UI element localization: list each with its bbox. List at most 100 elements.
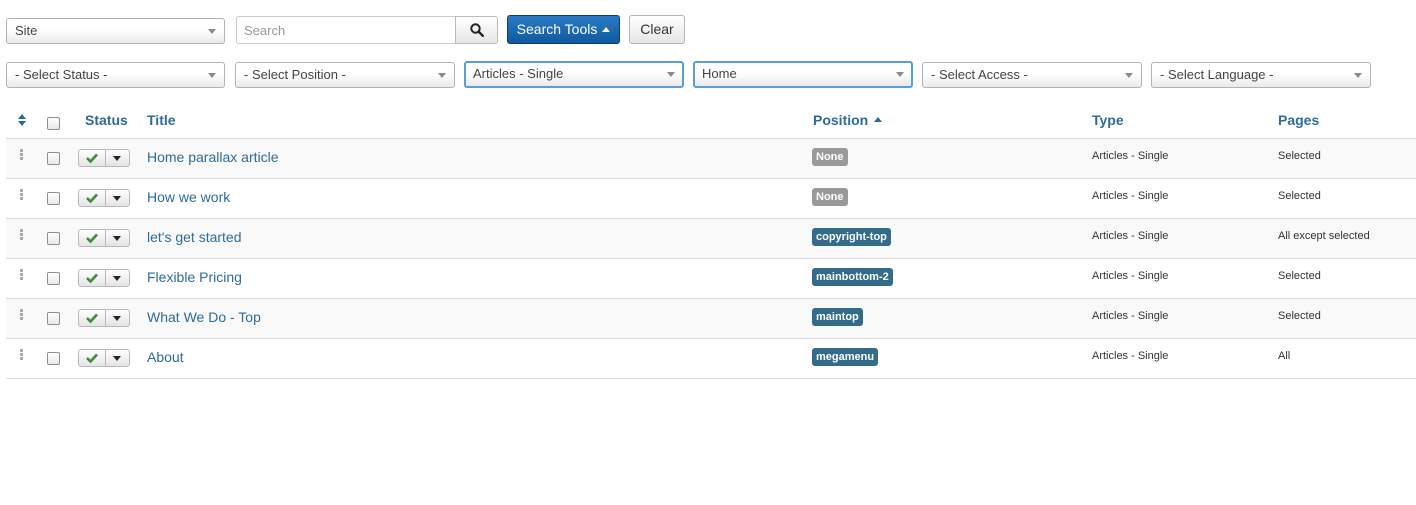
module-title-link[interactable]: Home parallax article bbox=[147, 149, 279, 165]
status-toggle-group bbox=[78, 229, 130, 247]
row-checkbox[interactable] bbox=[47, 312, 60, 325]
module-type: Articles - Single bbox=[1092, 230, 1169, 242]
column-header-title[interactable]: Title bbox=[147, 112, 176, 128]
check-icon[interactable] bbox=[86, 273, 98, 283]
check-icon[interactable] bbox=[86, 153, 98, 163]
position-badge: None bbox=[812, 148, 848, 166]
status-filter-select[interactable]: - Select Status - bbox=[6, 62, 225, 88]
check-icon[interactable] bbox=[86, 233, 98, 243]
check-icon[interactable] bbox=[86, 193, 98, 203]
sort-icon[interactable] bbox=[18, 114, 26, 126]
row-checkbox[interactable] bbox=[47, 192, 60, 205]
position-filter-value: - Select Position - bbox=[244, 67, 346, 82]
access-filter-value: - Select Access - bbox=[931, 67, 1028, 82]
sort-asc-icon bbox=[874, 117, 883, 122]
menu-item-filter-select[interactable]: Home bbox=[693, 61, 913, 88]
column-header-type[interactable]: Type bbox=[1092, 112, 1124, 128]
module-pages: Selected bbox=[1278, 270, 1321, 282]
table-row: About megamenu Articles - Single All bbox=[6, 339, 1416, 379]
chevron-down-icon bbox=[208, 73, 216, 78]
module-title-link[interactable]: let's get started bbox=[147, 229, 242, 245]
table-header: Status Title Position Type Pages bbox=[6, 100, 1416, 139]
check-icon[interactable] bbox=[86, 353, 98, 363]
drag-handle-icon[interactable] bbox=[20, 229, 23, 241]
search-tools-button[interactable]: Search Tools bbox=[507, 15, 620, 44]
caret-down-icon[interactable] bbox=[113, 156, 121, 161]
status-toggle-group bbox=[78, 189, 130, 207]
check-icon[interactable] bbox=[86, 313, 98, 323]
caret-down-icon[interactable] bbox=[113, 236, 121, 241]
column-header-pages[interactable]: Pages bbox=[1278, 112, 1319, 128]
language-filter-value: - Select Language - bbox=[1160, 67, 1274, 82]
table-row: let's get started copyright-top Articles… bbox=[6, 219, 1416, 259]
client-select-value: Site bbox=[15, 23, 38, 38]
status-toggle-group bbox=[78, 149, 130, 167]
search-icon bbox=[470, 23, 484, 37]
chevron-down-icon bbox=[1354, 73, 1362, 78]
access-filter-select[interactable]: - Select Access - bbox=[922, 62, 1142, 88]
column-header-status[interactable]: Status bbox=[85, 112, 128, 128]
chevron-down-icon bbox=[1125, 73, 1133, 78]
clear-button[interactable]: Clear bbox=[629, 15, 685, 44]
position-badge: megamenu bbox=[812, 348, 879, 366]
modules-table: Status Title Position Type Pages Home pa… bbox=[6, 100, 1416, 379]
status-filter-value: - Select Status - bbox=[15, 67, 108, 82]
menu-item-filter-value: Home bbox=[702, 66, 737, 81]
status-toggle-group bbox=[78, 349, 130, 367]
module-type: Articles - Single bbox=[1092, 150, 1169, 162]
search-input[interactable] bbox=[236, 16, 456, 44]
caret-down-icon[interactable] bbox=[113, 356, 121, 361]
table-row: Home parallax article None Articles - Si… bbox=[6, 139, 1416, 179]
language-filter-select[interactable]: - Select Language - bbox=[1151, 62, 1371, 88]
module-type-filter-value: Articles - Single bbox=[473, 66, 564, 81]
module-type-filter-select[interactable]: Articles - Single bbox=[464, 61, 684, 88]
status-divider bbox=[105, 350, 106, 366]
clear-label: Clear bbox=[640, 21, 674, 37]
module-title-link[interactable]: What We Do - Top bbox=[147, 309, 261, 325]
status-divider bbox=[105, 150, 106, 166]
table-row: Flexible Pricing mainbottom-2 Articles -… bbox=[6, 259, 1416, 299]
drag-handle-icon[interactable] bbox=[20, 189, 23, 201]
search-tools-label: Search Tools bbox=[516, 21, 598, 37]
chevron-down-icon bbox=[896, 72, 904, 77]
position-badge: None bbox=[812, 188, 848, 206]
module-title-link[interactable]: How we work bbox=[147, 189, 230, 205]
drag-handle-icon[interactable] bbox=[20, 309, 23, 321]
caret-down-icon[interactable] bbox=[113, 276, 121, 281]
module-type: Articles - Single bbox=[1092, 270, 1169, 282]
status-divider bbox=[105, 310, 106, 326]
module-type: Articles - Single bbox=[1092, 350, 1169, 362]
caret-up-icon bbox=[602, 27, 611, 32]
module-pages: All except selected bbox=[1278, 230, 1370, 242]
status-toggle-group bbox=[78, 269, 130, 287]
chevron-down-icon bbox=[667, 72, 675, 77]
client-select[interactable]: Site bbox=[6, 18, 225, 44]
drag-handle-icon[interactable] bbox=[20, 269, 23, 281]
table-row: What We Do - Top maintop Articles - Sing… bbox=[6, 299, 1416, 339]
row-checkbox[interactable] bbox=[47, 232, 60, 245]
row-checkbox[interactable] bbox=[47, 152, 60, 165]
drag-handle-icon[interactable] bbox=[20, 149, 23, 161]
column-header-position[interactable]: Position bbox=[813, 112, 883, 128]
drag-handle-icon[interactable] bbox=[20, 349, 23, 361]
caret-down-icon[interactable] bbox=[113, 316, 121, 321]
select-all-checkbox[interactable] bbox=[47, 117, 60, 130]
position-badge: mainbottom-2 bbox=[812, 268, 893, 286]
search-button[interactable] bbox=[455, 16, 498, 44]
module-type: Articles - Single bbox=[1092, 310, 1169, 322]
row-checkbox[interactable] bbox=[47, 352, 60, 365]
position-badge: maintop bbox=[812, 308, 863, 326]
module-title-link[interactable]: Flexible Pricing bbox=[147, 269, 242, 285]
status-toggle-group bbox=[78, 309, 130, 327]
caret-down-icon[interactable] bbox=[113, 196, 121, 201]
module-type: Articles - Single bbox=[1092, 190, 1169, 202]
module-pages: All bbox=[1278, 350, 1291, 362]
module-pages: Selected bbox=[1278, 310, 1321, 322]
module-pages: Selected bbox=[1278, 190, 1321, 202]
row-checkbox[interactable] bbox=[47, 272, 60, 285]
table-row: How we work None Articles - Single Selec… bbox=[6, 179, 1416, 219]
position-filter-select[interactable]: - Select Position - bbox=[235, 62, 455, 88]
status-divider bbox=[105, 230, 106, 246]
position-badge: copyright-top bbox=[812, 228, 891, 246]
module-title-link[interactable]: About bbox=[147, 349, 184, 365]
